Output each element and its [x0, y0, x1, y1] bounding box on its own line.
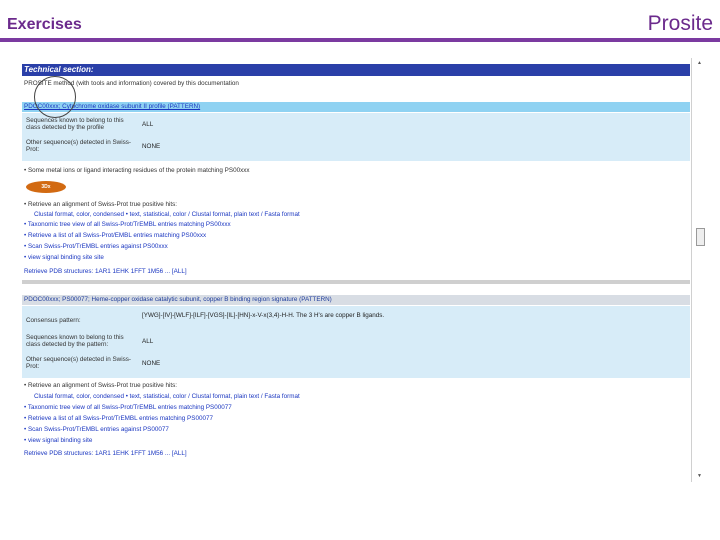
- bullet-taxonomic-tree[interactable]: • Taxonomic tree view of all Swiss-Prot/…: [24, 404, 688, 411]
- row-value: NONE: [142, 143, 161, 150]
- bullet-taxonomic-tree[interactable]: • Taxonomic tree view of all Swiss-Prot/…: [24, 221, 688, 228]
- bullet-retrieve-list[interactable]: • Retrieve a list of all Swiss-Prot/TrEM…: [24, 415, 688, 422]
- row-label: Other sequence(s) detected in Swiss-Prot…: [26, 356, 131, 371]
- pdb-structures-line[interactable]: Retrieve PDB structures: 1AR1 1EHK 1FFT …: [24, 268, 688, 275]
- row-label: Sequences known to belong to this class …: [26, 334, 124, 349]
- bullet-scan-entries[interactable]: • Scan Swiss-Prot/TrEMBL entries against…: [24, 426, 688, 433]
- browser-screenshot: Technical section: PROSITE method (with …: [20, 58, 708, 482]
- row-value: ALL: [142, 338, 154, 345]
- scroll-thumb[interactable]: [696, 228, 705, 246]
- row-label: Sequences known to belong to this class …: [26, 117, 124, 132]
- pdb-structures-line[interactable]: Retrieve PDB structures: 1AR1 1EHK 1FFT …: [24, 450, 688, 457]
- entry1-header-bar[interactable]: PDOC00xxx; Cytochrome oxidase subunit II…: [22, 102, 690, 112]
- bullet-alignment-formats[interactable]: Clustal format, color, condensed • text,…: [34, 211, 698, 218]
- entry1-info-table: Sequences known to belong to this class …: [22, 113, 690, 161]
- row-value: [YWG]-[IV]-[WLF]-[ILF]-[VGS]-[IL]-[HN]-x…: [142, 312, 385, 319]
- title-divider: [0, 38, 720, 42]
- bullet-retrieve-list[interactable]: • Retrieve a list of all Swiss-Prot/EMBL…: [24, 232, 688, 239]
- bullet-scan-entries[interactable]: • Scan Swiss-Prot/TrEMBL entries against…: [24, 243, 688, 250]
- bullet-binding-site[interactable]: • view signal binding site: [24, 437, 688, 444]
- row-value: ALL: [142, 121, 154, 128]
- highlight-circle: [34, 76, 76, 118]
- page-content: Technical section: PROSITE method (with …: [20, 58, 692, 482]
- row-value: NONE: [142, 360, 161, 367]
- entry-separator: [22, 280, 690, 284]
- scroll-down-icon[interactable]: ▼: [697, 474, 702, 479]
- method-description: PROSITE method (with tools and informati…: [24, 80, 239, 87]
- entry2-title[interactable]: PDOC00xxx; PS00077; Heme-copper oxidase …: [24, 296, 332, 303]
- entry2-info-table: Consensus pattern: [YWG]-[IV]-[WLF]-[ILF…: [22, 306, 690, 378]
- bullet-binding-site[interactable]: • view signal binding site site: [24, 254, 688, 261]
- bullet-alignment-formats[interactable]: Clustal format, color, condensed • text,…: [34, 393, 698, 400]
- entry2-header-bar[interactable]: PDOC00xxx; PS00077; Heme-copper oxidase …: [22, 295, 690, 305]
- row-label: Consensus pattern:: [26, 317, 81, 324]
- scroll-up-icon[interactable]: ▲: [697, 61, 702, 66]
- row-label: Other sequence(s) detected in Swiss-Prot…: [26, 139, 131, 154]
- bullet-alignment[interactable]: • Retrieve an alignment of Swiss-Prot tr…: [24, 201, 688, 208]
- vertical-scrollbar[interactable]: ▲ ▼: [691, 58, 708, 482]
- slide-brand: Prosite: [647, 12, 713, 35]
- 3d-structure-logo[interactable]: 3Dx: [26, 181, 66, 193]
- slide-title: Exercises: [7, 16, 82, 33]
- bullet-alignment[interactable]: • Retrieve an alignment of Swiss-Prot tr…: [24, 382, 688, 389]
- binding-note: • Some metal ions or ligand interacting …: [24, 167, 250, 174]
- technical-section-header: Technical section:: [22, 64, 690, 76]
